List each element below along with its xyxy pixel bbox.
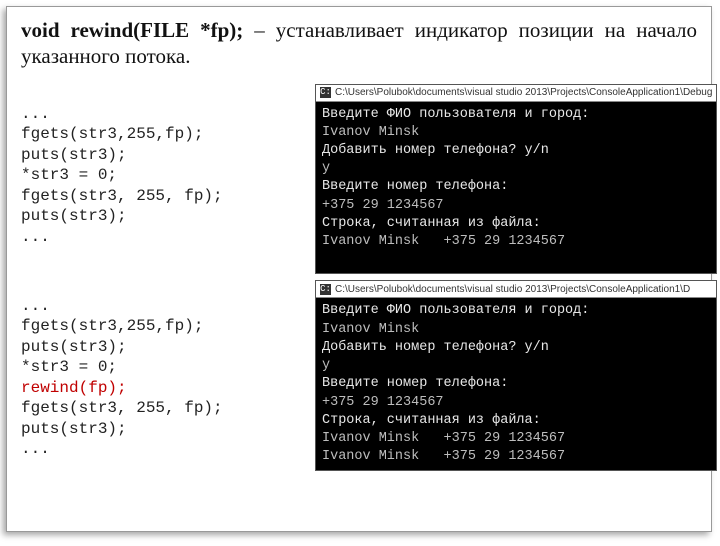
- terminal-titlebar: C: C:\Users\Polubok\documents\visual stu…: [316, 281, 716, 298]
- code-line: ...: [21, 440, 50, 458]
- term-line: +375 29 1234567: [322, 395, 444, 410]
- slide-frame: void rewind(FILE *fp); – устанавливает и…: [6, 6, 712, 532]
- code-line: puts(str3);: [21, 420, 127, 438]
- term-line: Ivanov Minsk +375 29 1234567: [322, 449, 565, 464]
- code-line: fgets(str3,255,fp);: [21, 317, 203, 335]
- term-line: Ivanov Minsk: [322, 322, 419, 337]
- term-line: Строка, считанная из файла:: [322, 413, 541, 428]
- term-line: Ivanov Minsk +375 29 1234567: [322, 234, 565, 249]
- term-line: Введите номер телефона:: [322, 179, 508, 194]
- term-line: Добавить номер телефона? y/n: [322, 143, 549, 158]
- term-line: Введите номер телефона:: [322, 376, 508, 391]
- terminal-window-1: C: C:\Users\Polubok\documents\visual stu…: [315, 84, 717, 275]
- terminal-output: Введите ФИО пользователя и город: Ivanov…: [316, 298, 716, 470]
- code-line: fgets(str3, 255, fp);: [21, 187, 223, 205]
- term-line: y: [322, 161, 330, 176]
- code-line: fgets(str3,255,fp);: [21, 125, 203, 143]
- heading: void rewind(FILE *fp); – устанавливает и…: [21, 17, 697, 70]
- terminal-title: C:\Users\Polubok\documents\visual studio…: [335, 284, 690, 295]
- terminal-title: C:\Users\Polubok\documents\visual studio…: [335, 87, 712, 98]
- term-line: [322, 252, 330, 267]
- term-line: Введите ФИО пользователя и город:: [322, 303, 589, 318]
- term-line: Строка, считанная из файла:: [322, 216, 541, 231]
- code-line: puts(str3);: [21, 338, 127, 356]
- term-line: Ivanov Minsk: [322, 125, 419, 140]
- terminal-output: Введите ФИО пользователя и город: Ivanov…: [316, 102, 716, 274]
- term-line: y: [322, 358, 330, 373]
- code-line: ...: [21, 228, 50, 246]
- term-line: +375 29 1234567: [322, 198, 444, 213]
- term-line: Введите ФИО пользователя и город:: [322, 107, 589, 122]
- terminal-column: C: C:\Users\Polubok\documents\visual stu…: [315, 84, 717, 472]
- code-line-rewind: rewind(fp);: [21, 379, 127, 397]
- function-signature: void rewind(FILE *fp);: [21, 18, 243, 42]
- code-line: ...: [21, 297, 50, 315]
- code-line: fgets(str3, 255, fp);: [21, 399, 223, 417]
- cmd-icon: C:: [320, 87, 331, 98]
- code-line: *str3 = 0;: [21, 358, 117, 376]
- terminal-titlebar: C: C:\Users\Polubok\documents\visual stu…: [316, 85, 716, 102]
- code-block-1: ... fgets(str3,255,fp); puts(str3); *str…: [21, 84, 307, 248]
- term-line: Ivanov Minsk +375 29 1234567: [322, 431, 565, 446]
- code-column: ... fgets(str3,255,fp); puts(str3); *str…: [21, 84, 307, 472]
- code-block-2: ... fgets(str3,255,fp); puts(str3); *str…: [21, 275, 307, 459]
- code-line: puts(str3);: [21, 146, 127, 164]
- cmd-icon: C:: [320, 284, 331, 295]
- content-columns: ... fgets(str3,255,fp); puts(str3); *str…: [21, 84, 697, 472]
- terminal-window-2: C: C:\Users\Polubok\documents\visual stu…: [315, 280, 717, 471]
- code-line: *str3 = 0;: [21, 166, 117, 184]
- code-line: puts(str3);: [21, 207, 127, 225]
- code-line: ...: [21, 105, 50, 123]
- term-line: Добавить номер телефона? y/n: [322, 340, 549, 355]
